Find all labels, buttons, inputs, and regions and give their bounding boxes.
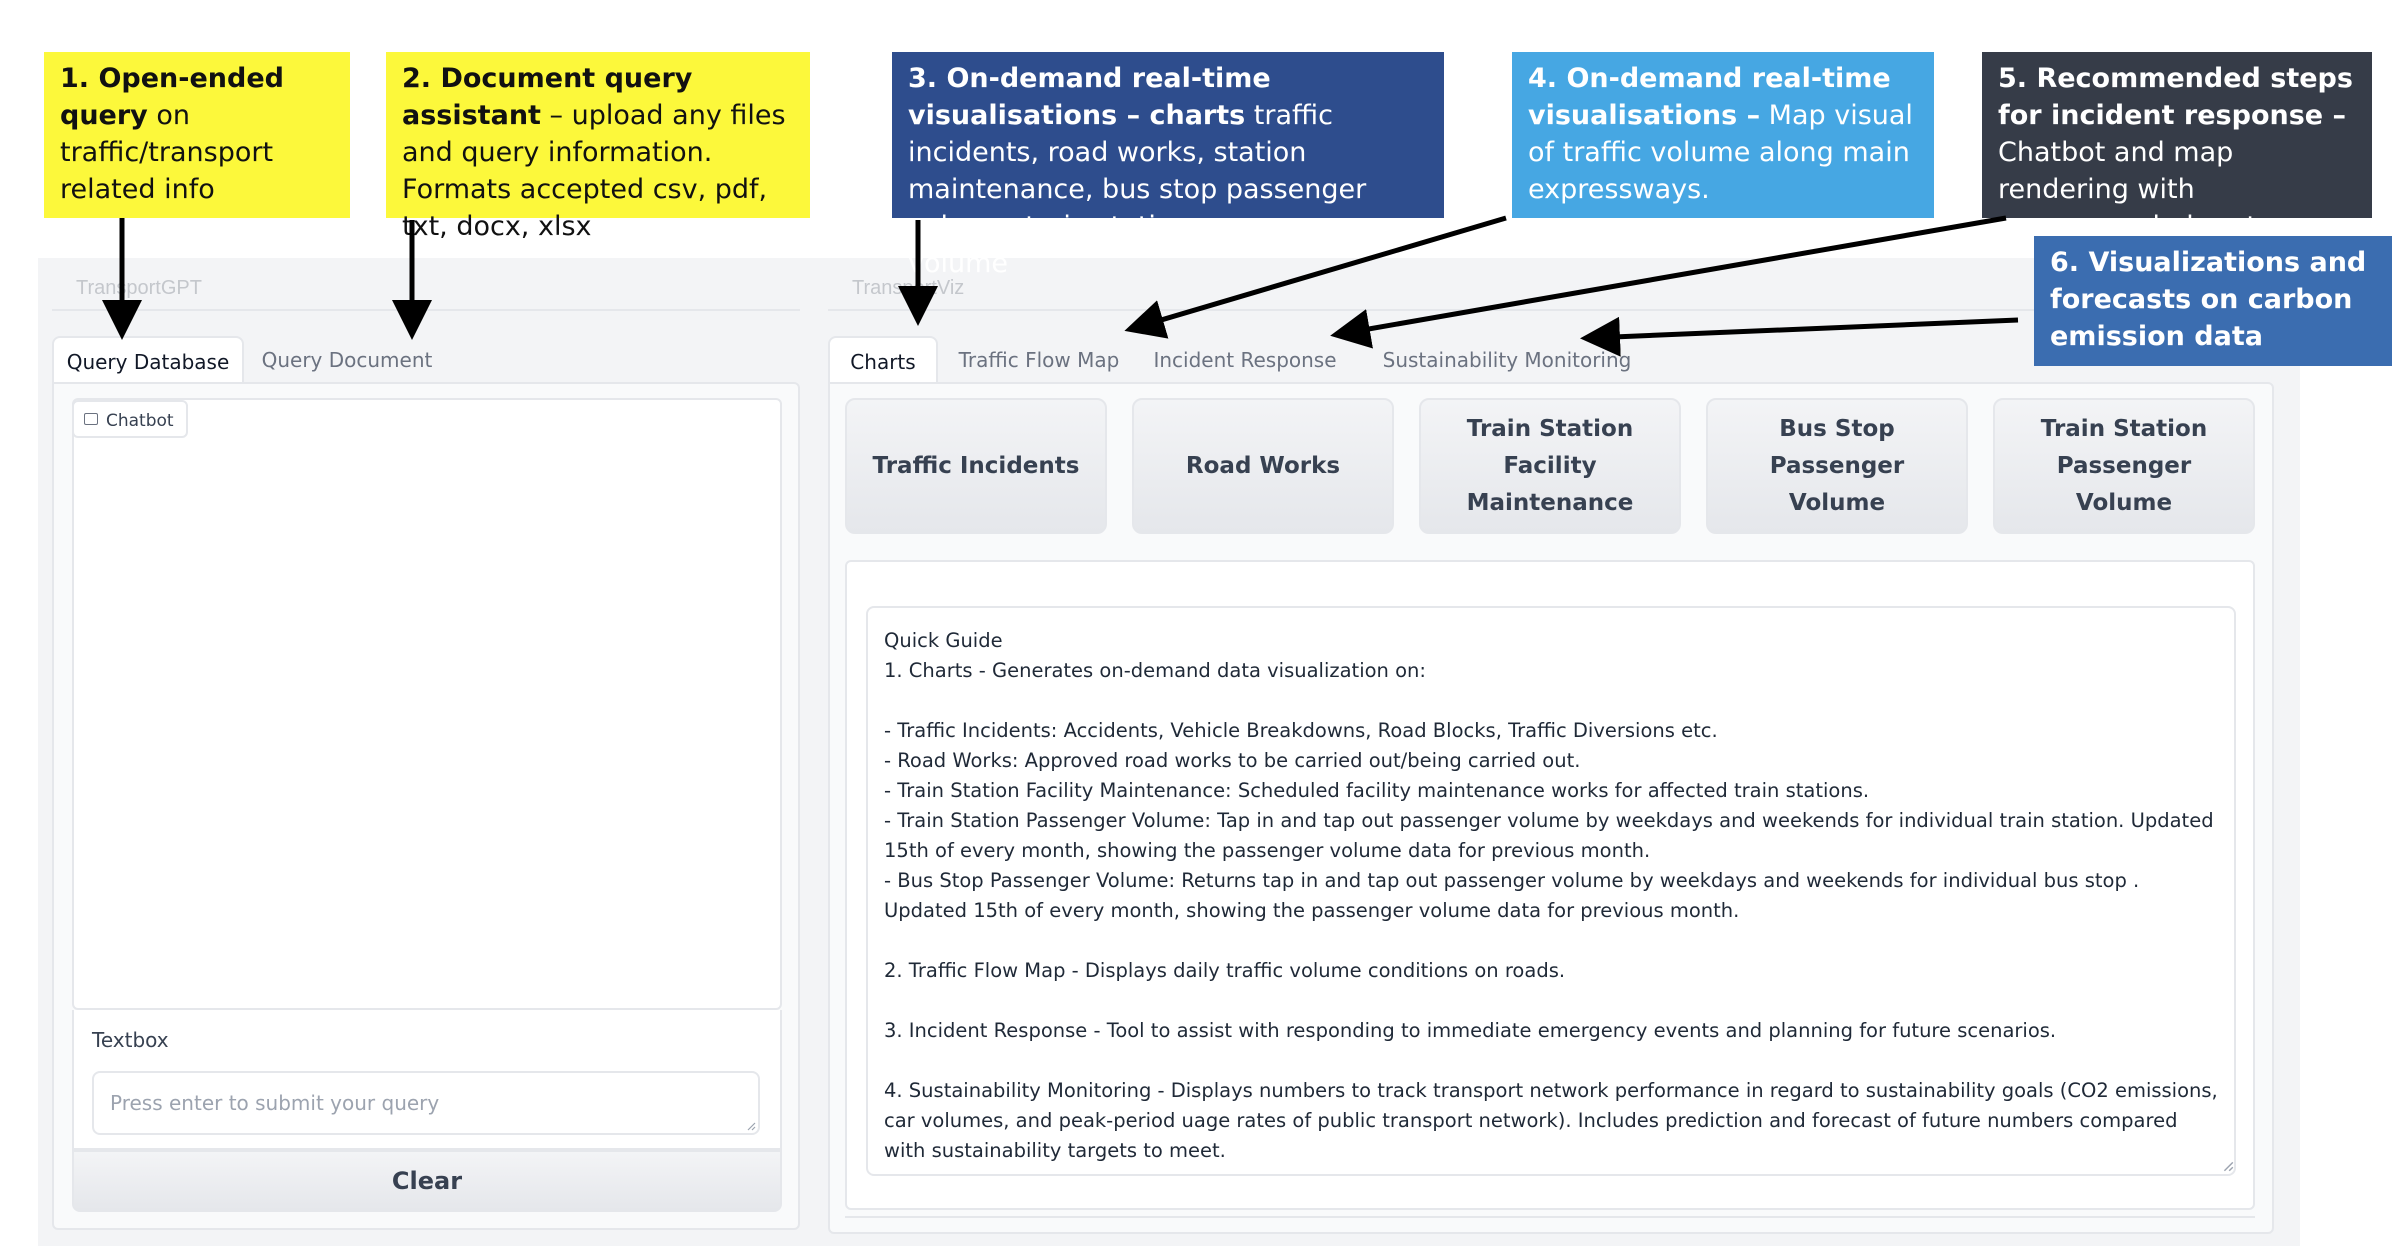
arrow-6	[1580, 316, 2019, 357]
annotation-arrows	[102, 215, 2019, 357]
arrow-4	[1124, 215, 1507, 339]
